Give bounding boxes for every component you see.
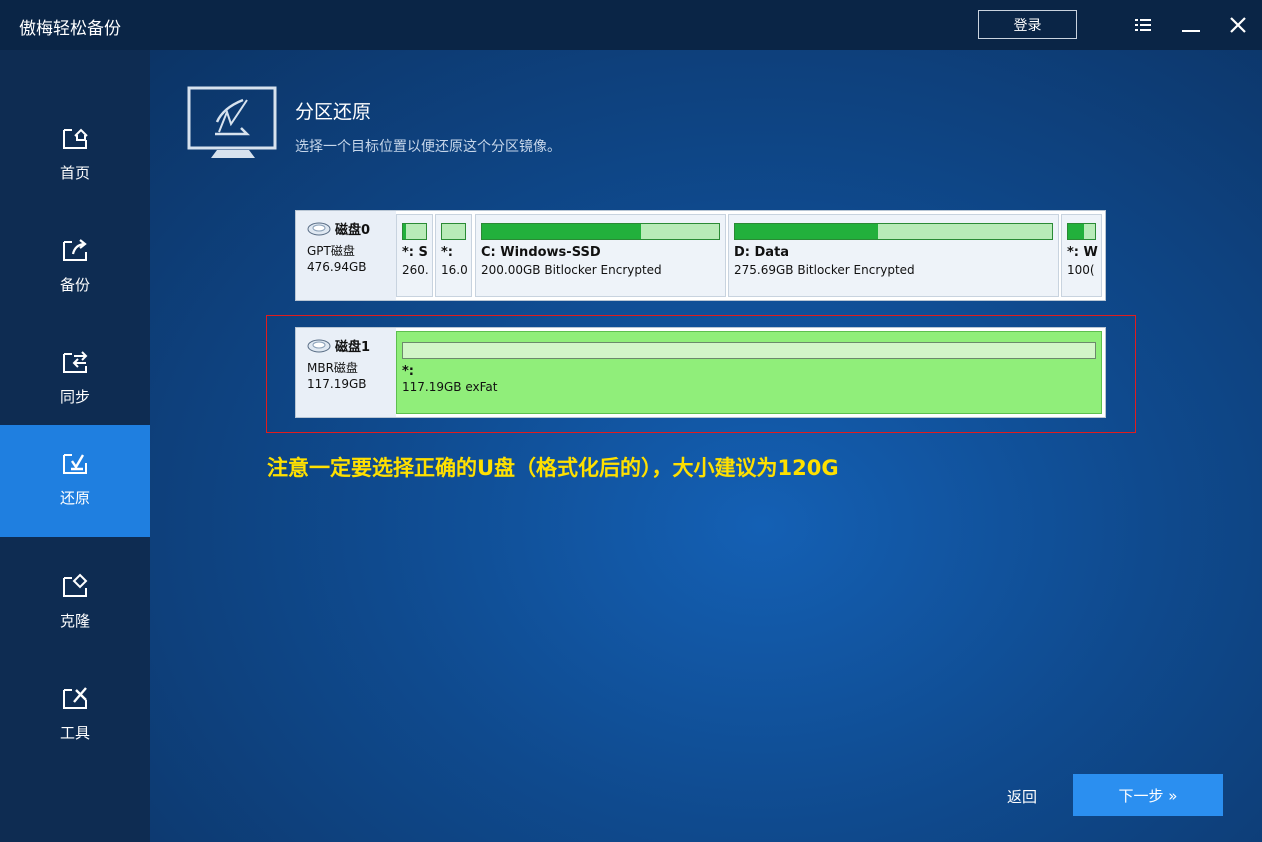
page-title: 分区还原 [295,101,372,123]
sidebar-item-label: 同步 [59,388,90,406]
sidebar: 首页 备份 同步 还原 克隆 工具 [0,50,150,842]
page-subtitle: 选择一个目标位置以便还原这个分区镜像。 [295,139,561,155]
app-title: 傲梅轻松备份 [19,19,121,39]
back-button[interactable]: 返回 [1007,786,1037,807]
partition-desc: 200.00GB Bitlocker Encrypted [481,263,662,277]
disk-info: 磁盘0 GPT磁盘 476.94GB [296,211,396,300]
partition-name: *: [402,364,414,379]
login-button[interactable]: 登录 [978,10,1077,39]
sidebar-item-restore[interactable]: 还原 [0,425,150,537]
disk-type: MBR磁盘 [307,361,358,375]
partition-desc: 100( [1067,263,1095,277]
disk-icon [307,339,331,352]
partition-name: C: Windows-SSD [481,245,601,260]
restore-icon [63,454,87,474]
partition-0-1[interactable]: *: 16.0 [435,214,472,297]
partition-1-0[interactable]: *: 117.19GB exFat [396,331,1102,414]
main-panel: 分区还原 选择一个目标位置以便还原这个分区镜像。 磁盘0 GPT磁盘 476.9… [150,50,1262,842]
partition-name: *: [441,245,453,260]
partition-0-4[interactable]: *: W 100( [1061,214,1102,297]
partition-desc: 16.0 [441,263,468,277]
sidebar-item-tools[interactable]: 工具 [0,660,150,772]
partition-desc: 117.19GB exFat [402,380,498,394]
disk-type: GPT磁盘 [307,244,355,258]
sync-icon [63,351,88,373]
sidebar-item-label: 克隆 [59,612,90,630]
minimize-icon[interactable] [1178,12,1204,38]
home-icon [63,128,88,149]
partition-0-3[interactable]: D: Data 275.69GB Bitlocker Encrypted [728,214,1059,297]
title-bar: 傲梅轻松备份 登录 [0,0,1262,50]
close-icon[interactable] [1225,12,1251,38]
sidebar-item-label: 首页 [59,164,90,182]
partition-name: D: Data [734,245,790,260]
partition-name: *: S [402,245,428,260]
sidebar-item-backup[interactable]: 备份 [0,212,150,324]
partition-0-2[interactable]: C: Windows-SSD 200.00GB Bitlocker Encryp… [475,214,726,297]
menu-icon[interactable] [1130,12,1156,38]
next-button[interactable]: 下一步 » [1073,774,1223,816]
partition-desc: 275.69GB Bitlocker Encrypted [734,263,915,277]
monitor-restore-icon [187,86,277,158]
disk-row-0[interactable]: 磁盘0 GPT磁盘 476.94GB *: S 260. *: 16.0 C: … [295,210,1106,301]
disk-size: 117.19GB [307,377,367,391]
sidebar-item-clone[interactable]: 克隆 [0,548,150,660]
disk-name: 磁盘1 [335,340,371,355]
disk-name: 磁盘0 [335,223,371,238]
disk-size: 476.94GB [307,260,367,274]
partition-desc: 260. [402,263,429,277]
usage-fill [482,224,641,239]
warning-text: 注意一定要选择正确的U盘（格式化后的），大小建议为120G [267,456,839,480]
disk-icon [307,222,331,235]
usage-fill [1068,224,1085,239]
disk-info: 磁盘1 MBR磁盘 117.19GB [296,328,396,417]
tools-icon [63,687,87,709]
sidebar-item-label: 工具 [59,724,90,742]
backup-icon [63,239,87,261]
disk-row-1[interactable]: 磁盘1 MBR磁盘 117.19GB *: 117.19GB exFat [295,327,1106,418]
sidebar-item-sync[interactable]: 同步 [0,324,150,436]
usage-fill [403,224,407,239]
partition-name: *: W [1067,245,1098,260]
sidebar-item-home[interactable]: 首页 [0,100,150,212]
usage-fill [735,224,878,239]
sidebar-item-label: 还原 [59,489,90,507]
clone-icon [63,573,88,597]
partition-0-0[interactable]: *: S 260. [396,214,433,297]
sidebar-item-label: 备份 [59,276,90,294]
